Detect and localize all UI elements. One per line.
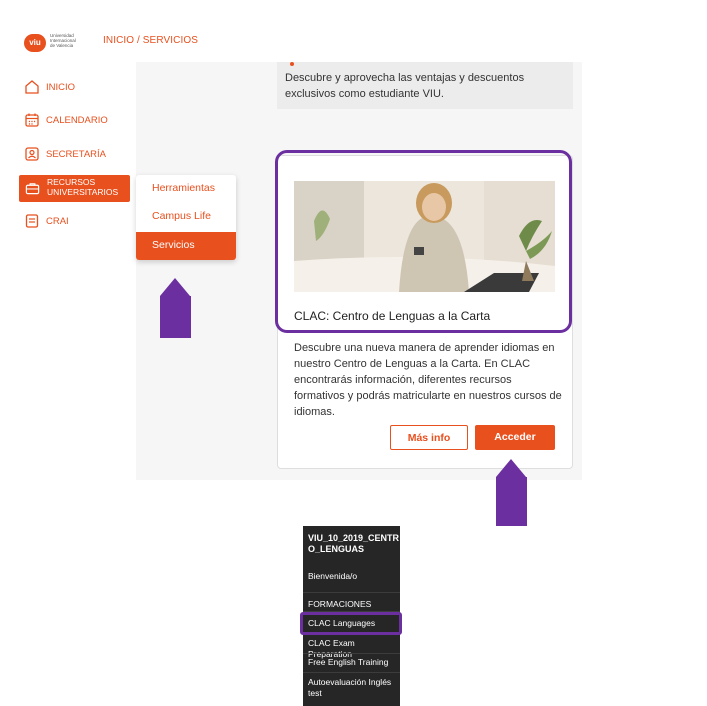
acceder-button[interactable]: Acceder (475, 425, 555, 450)
sidebar-item-secretaria[interactable]: SECRETARÍA (24, 144, 106, 164)
briefcase-icon (25, 183, 40, 195)
course-menu-item-autoevaluacion[interactable]: Autoevaluación Inglés test (308, 677, 400, 698)
top-bar (16, 22, 582, 63)
viu-logo[interactable]: viu (24, 34, 46, 52)
purple-arrow-up (496, 459, 527, 526)
submenu-item-servicios[interactable]: Servicios (136, 232, 236, 260)
mas-info-button[interactable]: Más info (390, 425, 468, 450)
submenu-item-campus-life[interactable]: Campus Life (136, 203, 236, 230)
menu-divider (303, 653, 400, 654)
card-description: Descubre y aprovecha las ventajas y desc… (285, 72, 525, 100)
course-menu-item-bienvenida[interactable]: Bienvenida/o (308, 571, 400, 582)
submenu-flyout: Herramientas Campus Life Servicios (136, 175, 236, 260)
home-icon (25, 80, 39, 94)
sidebar-item-recursos-universitarios[interactable]: RECURSOS UNIVERSITARIOS (19, 175, 130, 202)
sidebar-item-calendario[interactable]: CALENDARIO (24, 110, 108, 130)
sidebar-item-crai[interactable]: CRAI (24, 211, 69, 231)
course-title: VIU_10_2019_CENTRO_LENGUAS (308, 533, 400, 554)
logo-line: de Valencia (50, 43, 74, 48)
sidebar-item-label: CRAI (46, 215, 69, 227)
course-menu-item-formaciones[interactable]: FORMACIONES (308, 599, 400, 610)
card-highlight-outline (275, 150, 572, 333)
breadcrumb[interactable]: INICIO / SERVICIOS (103, 35, 198, 46)
course-menu-item-free-english[interactable]: Free English Training (308, 657, 400, 668)
menu-divider (303, 592, 400, 593)
card-accent-dot (290, 62, 294, 66)
purple-arrow-up (160, 278, 191, 338)
sidebar-item-inicio[interactable]: INICIO (24, 77, 75, 97)
sidebar-item-label: CALENDARIO (46, 114, 108, 126)
course-menu-item-clac-exam[interactable]: CLAC Exam Preparation (308, 638, 400, 659)
user-id-icon (25, 147, 39, 161)
calendar-icon (25, 113, 39, 127)
card-description: Descubre una nueva manera de aprender id… (294, 342, 562, 418)
submenu-item-herramientas[interactable]: Herramientas (136, 175, 236, 202)
logo-text: Universidad Internacional de Valencia (50, 33, 100, 48)
card-title[interactable]: CLAC: Centro de Lenguas a la Carta (294, 309, 490, 323)
sidebar-item-label: INICIO (46, 81, 76, 93)
book-icon (25, 214, 39, 228)
sidebar-item-label: RECURSOS UNIVERSITARIOS (47, 177, 119, 197)
menu-divider (303, 672, 400, 673)
menu-highlight-outline (300, 612, 402, 635)
sidebar-item-label: SECRETARÍA (46, 148, 107, 160)
